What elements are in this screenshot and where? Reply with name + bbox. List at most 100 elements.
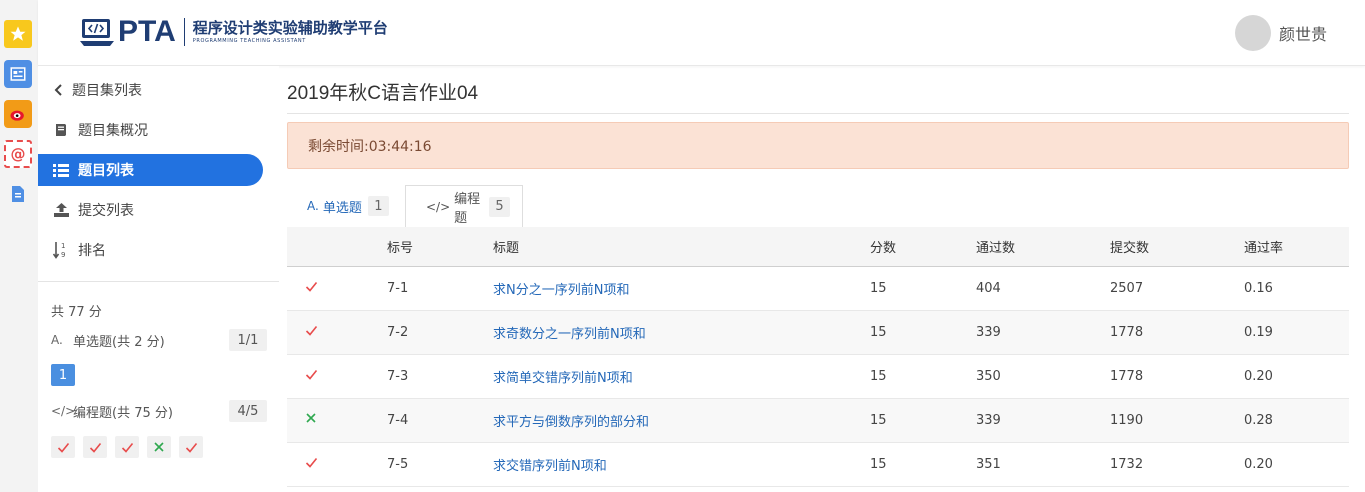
- problem-table-body: 7-1 求N分之一序列前N项和 15 404 2507 0.16 7-2 求奇数分之一序列前N…: [287, 266, 1349, 486]
- logo-text: PTA: [118, 15, 176, 48]
- problem-chip[interactable]: 1: [51, 364, 75, 386]
- problem-id: 7-2: [387, 324, 409, 340]
- problem-passed-count: 350: [976, 368, 1001, 384]
- logo-separator: [183, 18, 185, 46]
- problem-score: 15: [870, 280, 887, 296]
- single-choice-icon: A.: [307, 199, 319, 213]
- check-icon: [305, 457, 318, 468]
- table-row[interactable]: 7-4 求平方与倒数序列的部分和 15 339 1190 0.28: [287, 398, 1349, 442]
- tab-count-badge: 5: [489, 196, 510, 217]
- cross-icon: [154, 442, 164, 452]
- document-icon[interactable]: [4, 180, 32, 208]
- tab-programming[interactable]: </> 编程题 5: [405, 185, 523, 228]
- sidebar-divider: [38, 281, 279, 282]
- status-cell: [287, 398, 386, 442]
- problem-submitted-count: 1732: [1110, 456, 1144, 472]
- status-cell: [287, 354, 386, 398]
- tab-label: 编程题: [454, 191, 481, 226]
- problem-pass-rate: 0.28: [1244, 412, 1273, 428]
- sidebar-item-label: 题目集概况: [78, 123, 148, 139]
- user-menu[interactable]: 颜世贵: [1234, 15, 1327, 51]
- problem-passed-count: 404: [976, 280, 1001, 296]
- check-icon: [305, 281, 318, 292]
- news-icon[interactable]: [4, 60, 32, 88]
- table-row[interactable]: 7-2 求奇数分之一序列前N项和 15 339 1778 0.19: [287, 310, 1349, 354]
- accepted-chip[interactable]: [115, 436, 139, 458]
- problem-title-link[interactable]: 求简单交错序列前N项和: [492, 354, 869, 398]
- main-content: 2019年秋C语言作业04 剩余时间:03:44:16 A. 单选题 1 </>…: [287, 66, 1349, 492]
- problem-title-link[interactable]: 求交错序列前N项和: [492, 442, 869, 486]
- back-to-problem-sets[interactable]: 题目集列表: [38, 74, 263, 106]
- sidebar-item-submissions[interactable]: 提交列表: [38, 194, 263, 226]
- top-header: PTA 程序设计类实验辅助教学平台 PROGRAMMING TEACHING A…: [38, 0, 1365, 66]
- problem-title-link[interactable]: 求平方与倒数序列的部分和: [492, 398, 869, 442]
- category-single-choice: A. 单选题(共 2 分) 1/1: [51, 329, 267, 351]
- logo-subtitle-cn: 程序设计类实验辅助教学平台: [192, 18, 388, 37]
- accepted-chip[interactable]: [179, 436, 203, 458]
- wrong-answer-chip[interactable]: [147, 436, 171, 458]
- sidebar-item-label: 题目列表: [78, 163, 134, 179]
- star-icon[interactable]: [4, 20, 32, 48]
- problem-score: 15: [870, 456, 887, 472]
- category-count: 1/1: [229, 329, 267, 351]
- problem-type-tabs: A. 单选题 1 </> 编程题 5: [287, 185, 1349, 228]
- timer-text: 剩余时间:03:44:16: [308, 138, 432, 155]
- avatar[interactable]: [1234, 15, 1271, 51]
- code-icon: </>: [51, 404, 76, 418]
- upload-icon: [52, 203, 70, 217]
- problem-submitted-count: 1778: [1110, 324, 1144, 340]
- sort-icon: 19: [52, 241, 70, 259]
- category-programming: </> 编程题(共 75 分) 4/5: [51, 400, 267, 422]
- status-cell: [287, 266, 386, 310]
- problem-id: 7-4: [387, 412, 409, 428]
- sidebar-item-problem-list[interactable]: 题目列表: [38, 154, 263, 186]
- table-row[interactable]: 7-3 求简单交错序列前N项和 15 350 1778 0.20: [287, 354, 1349, 398]
- problem-id: 7-3: [387, 368, 409, 384]
- problem-table: 标号 标题 分数 通过数 提交数 通过率 7-1 求N分之一序列前N项和 15 404…: [287, 227, 1349, 487]
- check-icon: [185, 442, 197, 453]
- sidebar-item-overview[interactable]: 题目集概况: [38, 114, 263, 146]
- status-cell: [287, 310, 386, 354]
- problem-id: 7-1: [387, 280, 409, 296]
- col-title: 标题: [493, 240, 520, 256]
- problem-score: 15: [870, 368, 887, 384]
- sidebar-item-label: 提交列表: [78, 203, 134, 219]
- countdown-banner: 剩余时间:03:44:16: [287, 122, 1349, 169]
- accepted-chip[interactable]: [83, 436, 107, 458]
- sidebar-item-label: 排名: [78, 243, 106, 259]
- problem-score: 15: [870, 324, 887, 340]
- title-divider: [287, 113, 1349, 114]
- problem-submitted-count: 1778: [1110, 368, 1144, 384]
- col-submitted: 提交数: [1110, 240, 1150, 256]
- weibo-icon[interactable]: [4, 100, 32, 128]
- sidebar-item-ranking[interactable]: 19 排名: [38, 234, 263, 266]
- table-header-row: 标号 标题 分数 通过数 提交数 通过率: [287, 227, 1349, 266]
- problem-pass-rate: 0.16: [1244, 280, 1273, 296]
- logo-subtitle-en: PROGRAMMING TEACHING ASSISTANT: [192, 37, 306, 44]
- cross-icon: [306, 413, 316, 423]
- col-passed: 通过数: [976, 240, 1016, 256]
- problem-submitted-count: 2507: [1110, 280, 1144, 296]
- list-icon: [52, 163, 70, 177]
- tab-single-choice[interactable]: A. 单选题 1: [287, 185, 403, 227]
- problem-submitted-count: 1190: [1110, 412, 1144, 428]
- mail-icon[interactable]: @: [4, 140, 32, 168]
- col-id: 标号: [387, 240, 414, 256]
- page-title: 2019年秋C语言作业04: [287, 83, 479, 104]
- table-row[interactable]: 7-5 求交错序列前N项和 15 351 1732 0.20: [287, 442, 1349, 486]
- table-row[interactable]: 7-1 求N分之一序列前N项和 15 404 2507 0.16: [287, 266, 1349, 310]
- chevron-left-icon: [50, 84, 68, 96]
- single-choice-icon: A.: [51, 333, 63, 347]
- problem-pass-rate: 0.20: [1244, 368, 1273, 384]
- svg-text:1: 1: [61, 242, 65, 250]
- accepted-chip[interactable]: [51, 436, 75, 458]
- programming-chips: [51, 436, 203, 458]
- problem-passed-count: 351: [976, 456, 1001, 472]
- total-score: 共 77 分: [51, 305, 102, 320]
- problem-title-link[interactable]: 求N分之一序列前N项和: [492, 266, 869, 310]
- check-icon: [89, 442, 101, 453]
- problem-title-link[interactable]: 求奇数分之一序列前N项和: [492, 310, 869, 354]
- username: 颜世贵: [1278, 25, 1327, 44]
- logo-subtitle: 程序设计类实验辅助教学平台 PROGRAMMING TEACHING ASSIS…: [192, 18, 388, 45]
- pta-logo[interactable]: PTA 程序设计类实验辅助教学平台 PROGRAMMING TEACHING A…: [80, 15, 388, 48]
